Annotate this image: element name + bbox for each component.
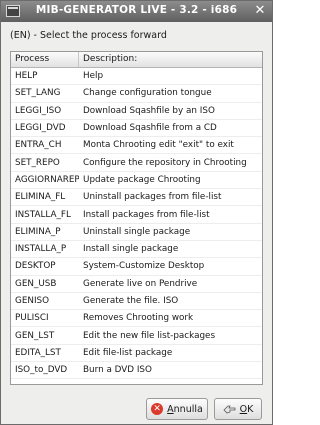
description-cell: Uninstall packages from file-list (83, 192, 222, 203)
list-row[interactable]: ELIMINA_P Uninstall single package (11, 224, 262, 241)
description-cell: Install packages from file-list (83, 209, 210, 220)
process-cell: LEGGI_DVD (15, 123, 66, 134)
list-row[interactable]: EDITA_LST Edit file-list package (11, 345, 262, 363)
description-cell: Monta Chrooting edit "exit" to exit (83, 140, 234, 151)
process-cell: GEN_USB (15, 278, 57, 289)
description-cell: Generate the file. ISO (83, 296, 179, 306)
list-row[interactable]: INSTALLA_FL Install packages from file-li… (11, 206, 262, 224)
list-row[interactable]: GEN_USB Generate live on Pendrive (11, 276, 262, 293)
list-row[interactable]: DESKTOP System-Customize Desktop (11, 258, 262, 276)
process-cell: EDITA_LST (15, 347, 61, 358)
description-cell: Generate live on Pendrive (83, 278, 198, 289)
process-cell: DESKTOP (15, 261, 56, 272)
process-cell: AGGIORNAREP (15, 174, 79, 185)
list-row[interactable]: SET_LANG Change configuration tongue (11, 85, 262, 103)
list-row[interactable]: LEGGI_DVD Download Sqashfile from a CD (11, 120, 262, 138)
description-cell: Edit the new file list-packages (83, 330, 216, 341)
list-row[interactable]: SET_REPO Configure the repository in Chro… (11, 154, 262, 172)
description-cell: Install single package (83, 244, 179, 255)
list-row[interactable]: ENTRA_CH Monta Chrooting edit "exit" to e… (11, 137, 262, 155)
cancel-label-rest: nnulla (173, 403, 203, 415)
description-cell: Configure the repository in Chrooting (83, 157, 247, 168)
window-menu-icon[interactable] (6, 5, 20, 17)
list-row[interactable]: GEN_LST Edit the new file list-packages (11, 327, 262, 345)
description-cell: Burn a DVD ISO (83, 365, 152, 376)
list-header: Process Description: (11, 52, 262, 68)
list-row[interactable]: ELIMINA_FL Uninstall packages from file-l… (11, 189, 262, 207)
description-cell: Update package Chrooting (83, 174, 201, 185)
process-cell: INSTALLA_FL (15, 209, 71, 220)
window-title: MIB-GENERATOR LIVE - 3.2 - i686 (35, 4, 238, 16)
process-cell: ELIMINA_P (15, 226, 61, 237)
column-header-process[interactable]: Process (11, 52, 79, 67)
cancel-icon: ✕ (151, 403, 164, 415)
list-row[interactable]: GENISO Generate the file. ISO (11, 293, 262, 311)
description-cell: Download Sqashfile by an ISO (83, 105, 215, 116)
description-cell: Edit file-list package (83, 347, 173, 358)
process-cell: INSTALLA_P (15, 244, 67, 255)
close-icon[interactable]: ✕ (252, 2, 268, 20)
dialog-window: MIB-GENERATOR LIVE - 3.2 - i686 ✕ (EN) -… (0, 0, 273, 425)
process-cell: ENTRA_CH (15, 140, 62, 151)
ok-mnemonic: O (239, 403, 248, 415)
list-row[interactable]: AGGIORNAREP Update package Chrooting (11, 172, 262, 190)
description-cell: Change configuration tongue (83, 88, 212, 99)
description-cell: Uninstall single package (83, 226, 191, 237)
cancel-button-label: Annulla (167, 404, 203, 415)
cancel-button[interactable]: ✕ Annulla (146, 398, 208, 420)
description-cell: Help (83, 71, 104, 82)
title-bar[interactable]: MIB-GENERATOR LIVE - 3.2 - i686 ✕ (1, 1, 272, 22)
list-row[interactable]: LEGGI_ISO Download Sqashfile by an ISO (11, 103, 262, 120)
process-list[interactable]: Process Description: HELP Help SET_LANG Cha… (10, 51, 263, 385)
process-cell: GEN_LST (15, 330, 55, 341)
list-body: HELP Help SET_LANG Change configuration ton… (11, 68, 262, 380)
ok-button-label: OK (240, 404, 254, 415)
list-row[interactable]: ISO_to_DVD Burn a DVD ISO (11, 362, 262, 380)
column-header-description[interactable]: Description: (79, 52, 262, 67)
list-row[interactable]: HELP Help (11, 68, 262, 86)
process-cell: ISO_to_DVD (15, 365, 68, 376)
ok-label-rest: K (247, 403, 254, 415)
instruction-label: (EN) - Select the process forward (10, 30, 167, 41)
list-row[interactable]: INSTALLA_P Install single package (11, 241, 262, 259)
process-cell: HELP (15, 71, 38, 82)
description-cell: Download Sqashfile from a CD (83, 123, 217, 134)
process-cell: GENISO (15, 296, 50, 306)
process-cell: PULISCI (15, 313, 49, 324)
process-cell: LEGGI_ISO (15, 105, 62, 116)
process-cell: ELIMINA_FL (15, 192, 66, 203)
description-cell: System-Customize Desktop (83, 261, 205, 272)
ok-hand-icon (223, 405, 236, 414)
ok-button[interactable]: OK (214, 398, 262, 420)
process-cell: SET_LANG (15, 88, 61, 99)
process-cell: SET_REPO (15, 157, 60, 168)
list-row[interactable]: PULISCI Removes Chrooting work (11, 310, 262, 328)
description-cell: Removes Chrooting work (83, 313, 194, 324)
